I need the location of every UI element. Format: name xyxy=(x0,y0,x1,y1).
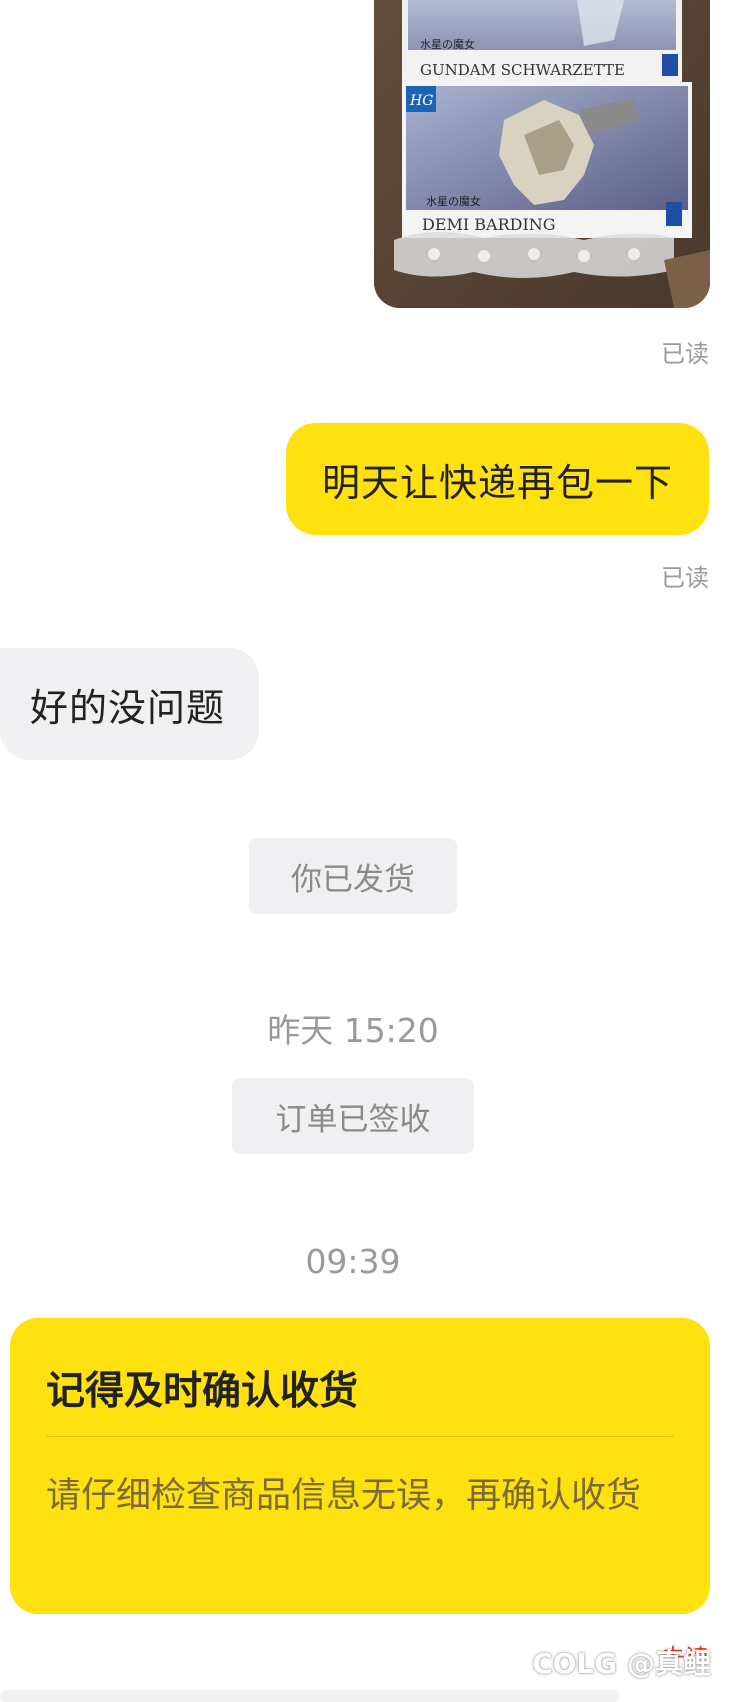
read-receipt: 已读 xyxy=(661,564,709,592)
my-message-bubble[interactable]: 明天让快递再包一下 xyxy=(285,423,709,535)
input-bar-edge xyxy=(0,1690,620,1702)
box1-label: GUNDAM SCHWARZETTE xyxy=(420,61,625,79)
photo-image: GUNDAM SCHWARZETTE 水星の魔女 HG 水星の魔女 DEMI B… xyxy=(374,0,710,308)
confirm-receipt-card[interactable]: 记得及时确认收货 请仔细检查商品信息无误，再确认收货 xyxy=(10,1318,710,1614)
series-mark-2: 水星の魔女 xyxy=(426,194,481,208)
photo-message[interactable]: GUNDAM SCHWARZETTE 水星の魔女 HG 水星の魔女 DEMI B… xyxy=(374,0,710,308)
timestamp: 昨天 15:20 xyxy=(267,1011,439,1050)
hg-logo: HG xyxy=(409,93,433,109)
box2-label: DEMI BARDING xyxy=(422,215,556,234)
watermark: COLG @真鲤 xyxy=(532,1647,711,1680)
card-divider xyxy=(46,1436,674,1437)
read-receipt: 已读 xyxy=(661,340,709,368)
card-body: 请仔细检查商品信息无误，再确认收货 xyxy=(46,1476,642,1516)
series-mark-1: 水星の魔女 xyxy=(420,37,475,51)
timestamp: 09:39 xyxy=(305,1242,401,1281)
signed-notice: 订单已签收 xyxy=(232,1078,474,1154)
other-message-bubble[interactable]: 好的没问题 xyxy=(0,648,260,760)
shipped-notice: 你已发货 xyxy=(249,838,457,914)
card-title: 记得及时确认收货 xyxy=(46,1369,359,1414)
